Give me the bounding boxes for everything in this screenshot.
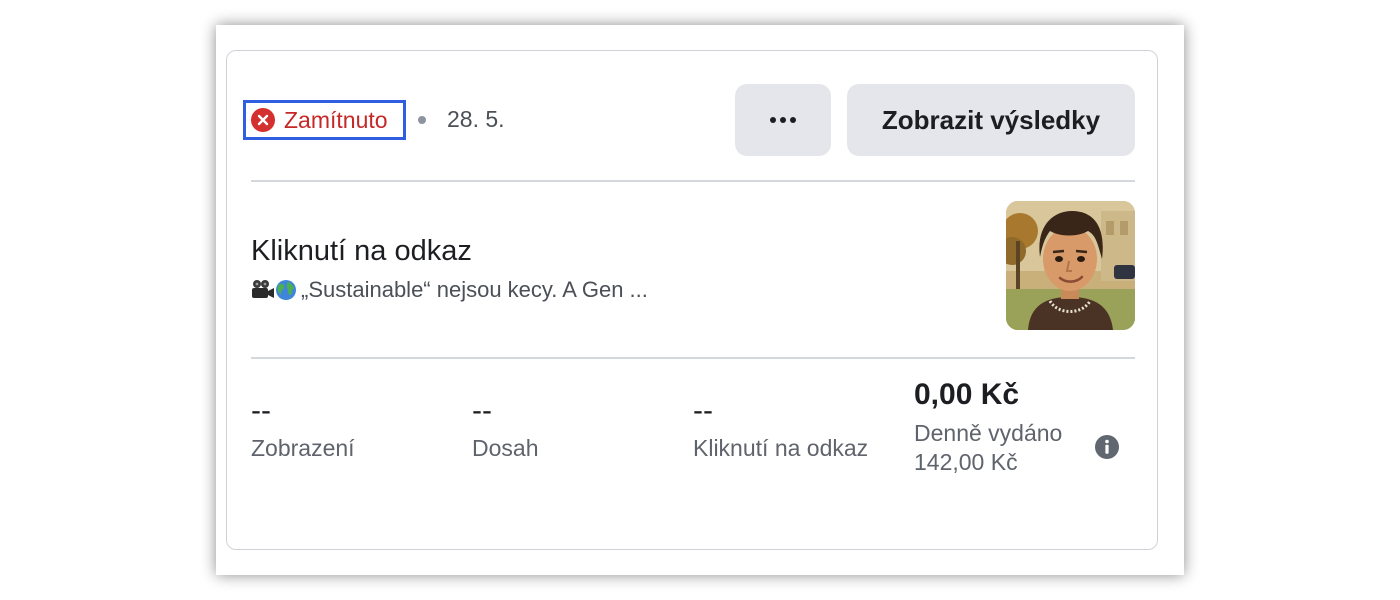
spend-value: 0,00 Kč	[914, 378, 1020, 411]
metric-label: Dosah	[472, 435, 539, 461]
date-label: 28. 5.	[447, 106, 505, 132]
ad-description-text: „Sustainable“ nejsou kecy. A Gen ...	[301, 277, 648, 302]
more-options-button[interactable]	[735, 84, 831, 156]
info-icon[interactable]	[1095, 435, 1119, 459]
illustrated-portrait-thumbnail	[1006, 201, 1135, 330]
ad-thumbnail[interactable]	[1006, 201, 1135, 330]
spend-daily-amount: 142,00 Kč	[914, 449, 1018, 475]
metric-value: --	[693, 394, 713, 427]
divider	[251, 357, 1135, 359]
ad-description: „Sustainable“ nejsou kecy. A Gen ...	[251, 276, 648, 304]
status-badge[interactable]: Zamítnuto	[243, 100, 406, 140]
status-label: Zamítnuto	[284, 107, 388, 133]
more-horizontal-icon	[770, 117, 796, 123]
divider	[251, 180, 1135, 182]
metric-value: --	[251, 394, 271, 427]
metric-label: Kliknutí na odkaz	[693, 435, 869, 461]
separator-dot	[418, 116, 426, 124]
movie-camera-icon	[252, 280, 274, 298]
spend-label: Denně vydáno	[914, 420, 1063, 446]
error-circle-icon	[251, 108, 275, 132]
ad-objective-title: Kliknutí na odkaz	[251, 235, 472, 267]
globe-icon	[276, 280, 296, 300]
metric-label: Zobrazení	[251, 435, 355, 461]
metric-value: --	[472, 394, 492, 427]
view-results-button[interactable]: Zobrazit výsledky	[847, 84, 1135, 156]
